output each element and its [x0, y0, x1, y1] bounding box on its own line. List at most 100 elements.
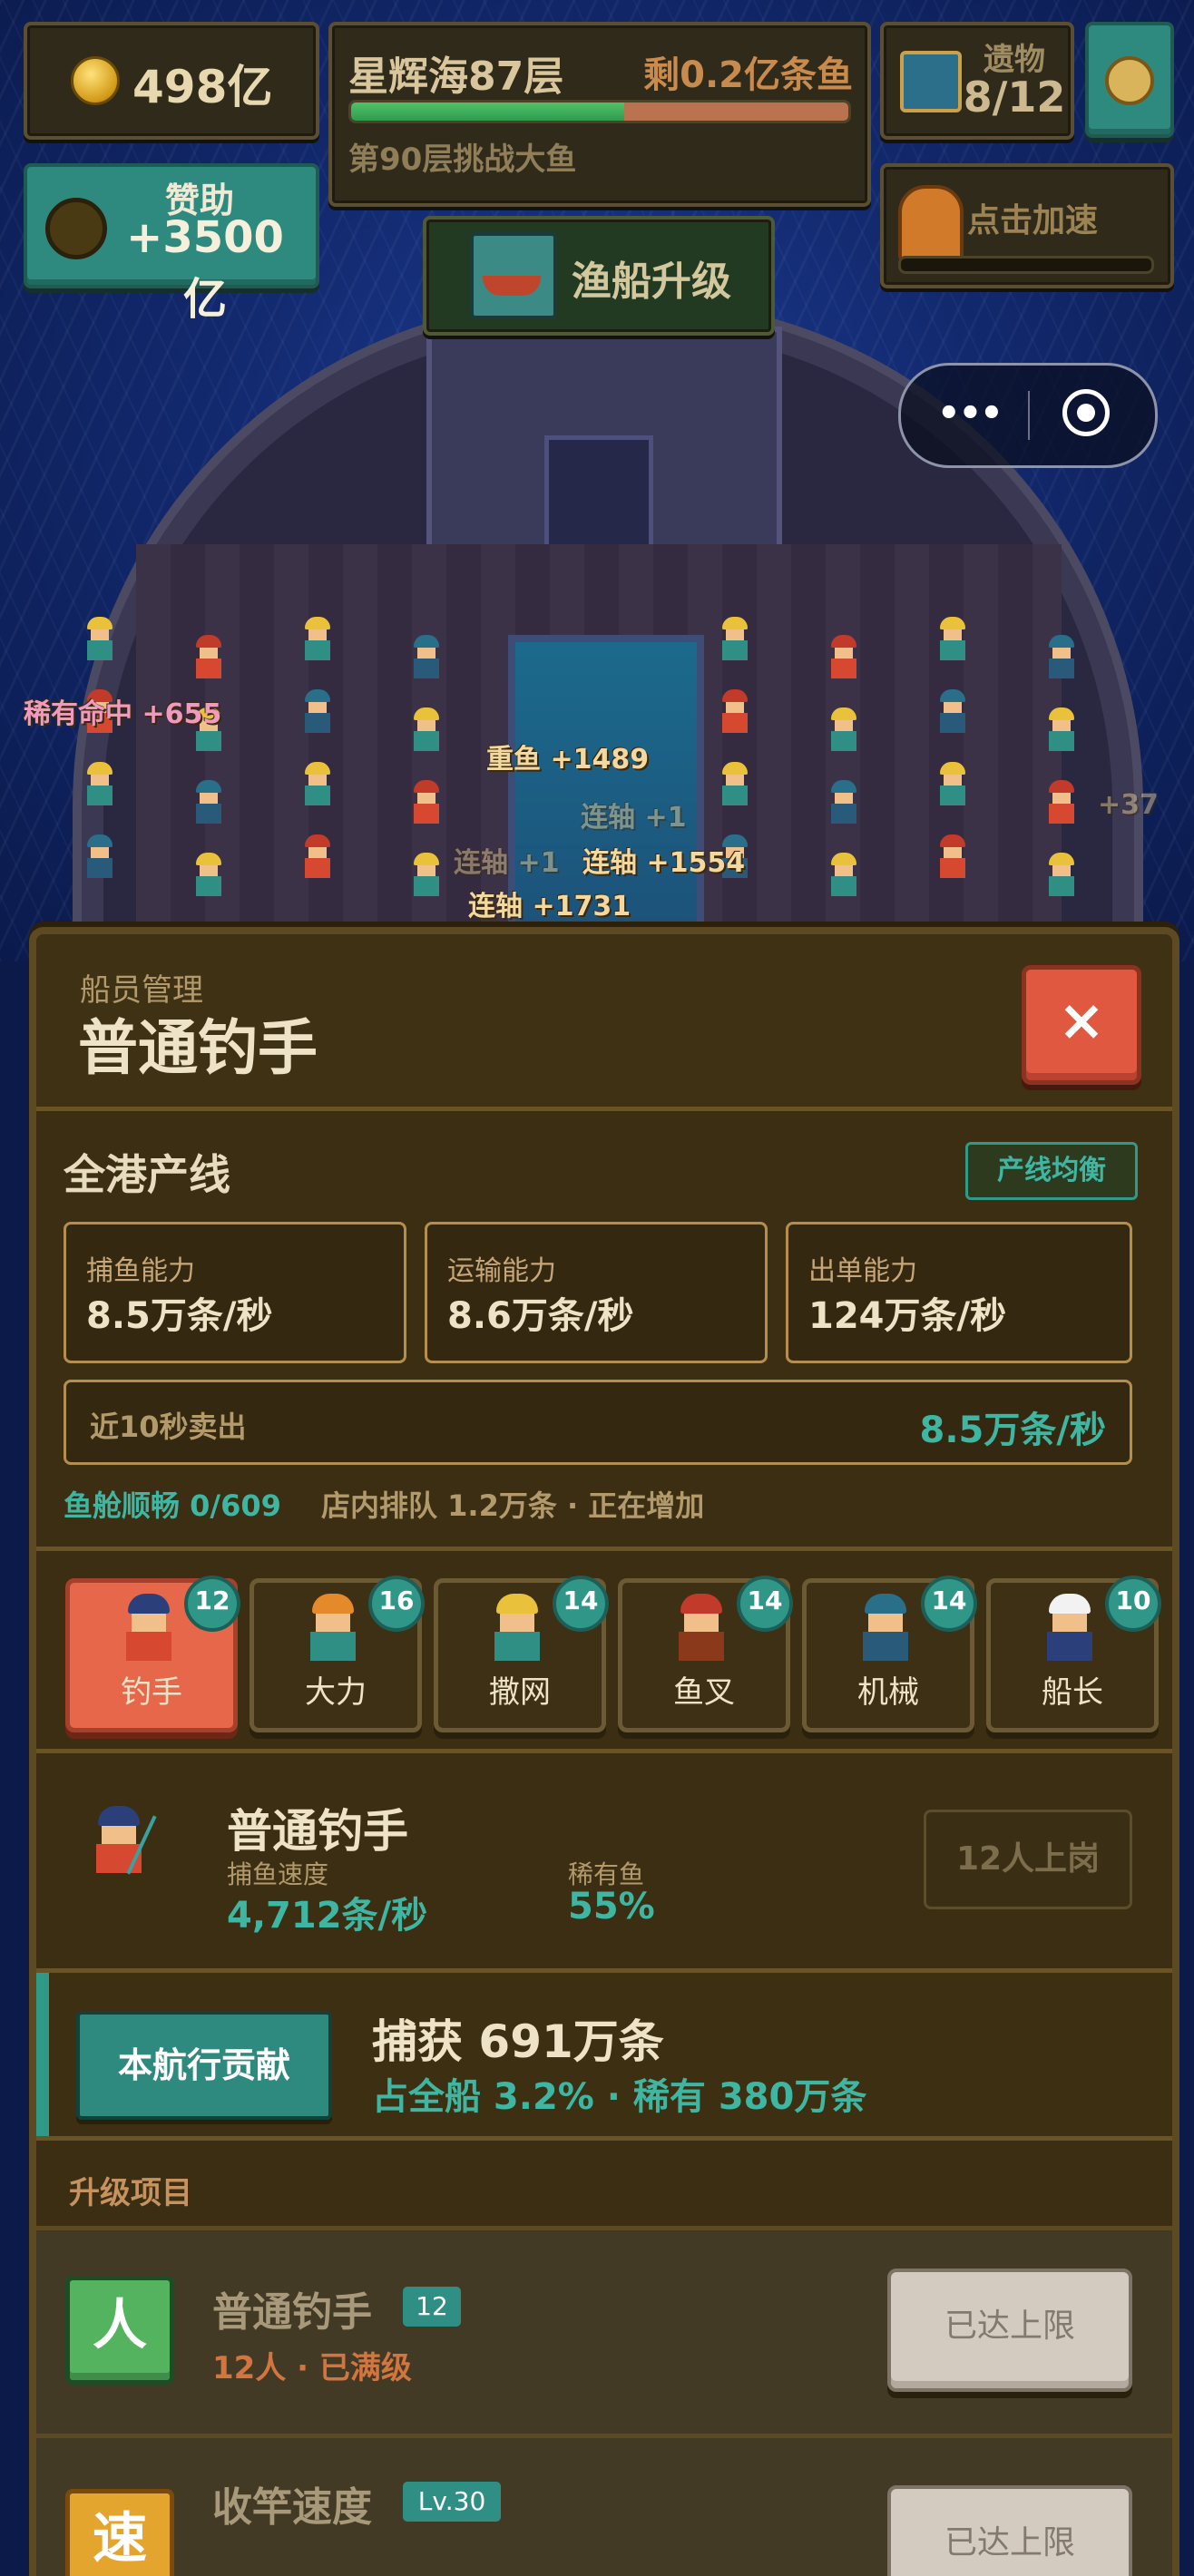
float-rare-hit: 稀有命中 +655 — [24, 698, 222, 730]
hold-status: 鱼舱顺畅 0/609 — [64, 1488, 281, 1523]
panel-header: 船员管理 普通钓手 × — [36, 934, 1172, 1111]
speed-value: 4,712条/秒 — [227, 1895, 428, 1937]
crew-tab[interactable]: 10 船长 — [986, 1576, 1161, 1732]
production-title: 全港产线 — [64, 1150, 230, 1199]
crew-tab[interactable]: 16 大力 — [250, 1576, 425, 1732]
boat-upgrade-button[interactable]: 渔船升级 — [423, 216, 775, 336]
coin-counter: 498亿 — [24, 22, 319, 140]
deck-crew-member — [299, 617, 336, 666]
stat-value: 8.6万条/秒 — [447, 1295, 634, 1337]
float-combo: 连轴 +1 — [454, 847, 560, 879]
deck-crew-member — [1043, 853, 1080, 902]
crew-tab-label: 撒网 — [489, 1674, 551, 1711]
upgrades-title: 升级项目 — [69, 2175, 192, 2211]
stage-progress-remaining — [624, 102, 848, 121]
panel-title: 普通钓手 — [78, 1013, 318, 1083]
deck-crew-member — [935, 617, 971, 666]
stage-progress-fill — [351, 102, 625, 121]
stage-remaining: 剩0.2亿条鱼 — [643, 54, 853, 96]
relics-button[interactable]: 遗物 8/12 — [880, 22, 1074, 140]
sponsor-coin-icon — [45, 198, 107, 259]
contribution-detail: 占全船 3.2% · 稀有 380万条 — [372, 2076, 867, 2118]
float-combo: 连轴 +1554 — [582, 847, 746, 879]
crew-tab-label: 机械 — [857, 1674, 919, 1711]
crew-count-badge: 10 — [1105, 1576, 1161, 1632]
mini-program-capsule: ••• — [898, 363, 1158, 468]
sponsor-amount: +3500亿 — [126, 212, 284, 325]
upgrade-max-button[interactable]: 已达上限 — [887, 2269, 1132, 2392]
deck-crew-member — [191, 853, 227, 902]
crew-sprite-icon — [852, 1594, 921, 1668]
boat-hull — [483, 276, 541, 296]
upgrade-level-badge: 12 — [403, 2287, 461, 2327]
crew-tab[interactable]: 12 钓手 — [65, 1576, 240, 1732]
stat-transport: 运输能力 8.6万条/秒 — [425, 1222, 768, 1363]
upgrade-subtext: 12人 · 已满级 — [212, 2350, 412, 2386]
crew-sprite-icon — [299, 1594, 368, 1668]
stat-orders: 出单能力 124万条/秒 — [786, 1222, 1132, 1363]
crew-tab[interactable]: 14 鱼叉 — [618, 1576, 793, 1732]
crew-tab[interactable]: 14 机械 — [802, 1576, 977, 1732]
deck-crew-member — [299, 834, 336, 883]
crew-count-badge: 16 — [368, 1576, 425, 1632]
contribution-accent-bar — [36, 1973, 49, 2136]
crew-count-badge: 14 — [921, 1576, 977, 1632]
deck-crew-member — [408, 780, 445, 829]
float-combo: 连轴 +1731 — [468, 891, 631, 922]
contribution-button[interactable]: 本航行贡献 — [76, 2011, 332, 2120]
speedup-label: 点击加速 — [967, 202, 1099, 239]
relics-count: 8/12 — [963, 73, 1066, 122]
close-miniprogram-icon[interactable] — [1062, 389, 1110, 436]
upgrade-max-button[interactable]: 已达上限 — [887, 2485, 1132, 2576]
crew-count-badge: 12 — [184, 1576, 240, 1632]
compass-button[interactable] — [1085, 22, 1174, 138]
deck-crew-member — [826, 707, 862, 756]
deck-crew-member — [717, 689, 753, 738]
cabin-door — [544, 435, 653, 553]
stopwatch-icon — [898, 185, 964, 261]
crew-tab-label: 船长 — [1042, 1674, 1103, 1711]
crew-tab[interactable]: 14 撒网 — [434, 1576, 609, 1732]
float-combo: +37 — [1098, 789, 1159, 821]
deck-crew-member — [408, 635, 445, 684]
crew-sprite-icon — [484, 1594, 553, 1668]
sponsor-button[interactable]: 赞助 +3500亿 — [24, 163, 319, 325]
deck-crew-member — [191, 635, 227, 684]
production-status-tag: 产线均衡 — [965, 1142, 1138, 1200]
coin-amount: 498亿 — [132, 61, 273, 113]
crew-sprite-icon — [1036, 1594, 1105, 1668]
stage-next-challenge: 第90层挑战大鱼 — [348, 141, 577, 178]
boat-icon — [470, 232, 557, 319]
treasure-chest-icon — [900, 51, 962, 112]
deck-crew-member — [826, 780, 862, 829]
close-button[interactable]: × — [1022, 965, 1141, 1085]
crew-tab-label: 鱼叉 — [673, 1674, 735, 1711]
rare-value: 55% — [568, 1886, 655, 1927]
stat-label: 运输能力 — [447, 1255, 556, 1287]
deck-crew-member — [717, 617, 753, 666]
upgrade-name: 收竿速度 — [212, 2484, 372, 2531]
upgrade-name: 普通钓手 — [212, 2289, 372, 2336]
crew-count-icon: 人 — [65, 2276, 174, 2385]
stage-progress-panel[interactable]: 星辉海87层 剩0.2亿条鱼 第90层挑战大鱼 — [328, 22, 871, 207]
deck-crew-member — [1043, 707, 1080, 756]
assign-button[interactable]: 12人上岗 — [924, 1810, 1132, 1909]
compass-icon — [1105, 56, 1154, 105]
boat-upgrade-label: 渔船升级 — [572, 259, 731, 305]
stat-fishing: 捕鱼能力 8.5万条/秒 — [64, 1222, 406, 1363]
upgrades-header: 升级项目 — [36, 2141, 1172, 2230]
stat-label: 捕鱼能力 — [86, 1255, 195, 1287]
stage-progress-bar — [348, 100, 851, 123]
fisher-avatar — [85, 1806, 157, 1880]
crew-tabs-section: 12 钓手 16 大力 14 撒网 14 鱼叉 14 机械 10 船长 — [36, 1551, 1172, 1753]
contribution-card: 本航行贡献 捕获 691万条 占全船 3.2% · 稀有 380万条 — [36, 1973, 1172, 2141]
speedup-button[interactable]: 点击加速 — [880, 163, 1174, 288]
deck-crew-member — [826, 635, 862, 684]
deck-crew-member — [408, 707, 445, 756]
more-menu-icon[interactable]: ••• — [937, 393, 1003, 434]
queue-status: 店内排队 1.2万条 · 正在增加 — [321, 1488, 705, 1523]
deck-crew-member — [191, 780, 227, 829]
crew-tabs-row: 12 钓手 16 大力 14 撒网 14 鱼叉 14 机械 10 船长 — [65, 1576, 1161, 1732]
recent-sales-value: 8.5万条/秒 — [919, 1410, 1106, 1451]
deck-crew-member — [408, 853, 445, 902]
